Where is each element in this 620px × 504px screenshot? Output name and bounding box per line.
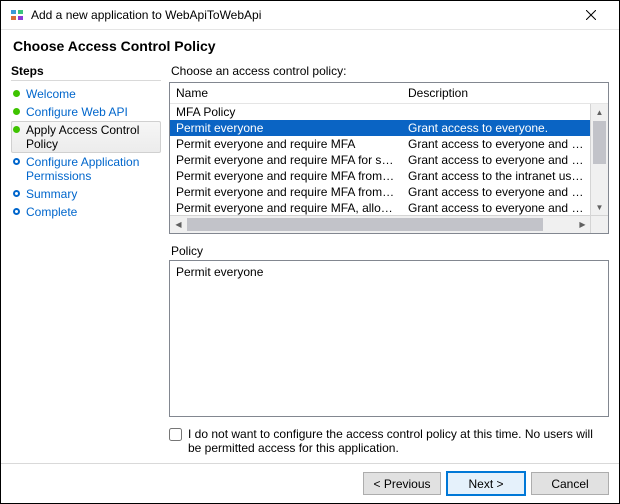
step-bullet-icon — [13, 126, 20, 133]
policy-row-description: Grant access to everyone and require MFA… — [402, 137, 591, 151]
policy-row-name: Permit everyone and require MFA from una… — [170, 185, 402, 199]
opt-out-checkbox[interactable] — [169, 428, 182, 441]
policy-row[interactable]: Permit everyone and require MFAGrant acc… — [170, 136, 591, 152]
step-bullet-icon — [13, 108, 20, 115]
grid-scrollbar-horizontal[interactable]: ◀ ▶ — [170, 215, 591, 233]
app-icon — [9, 7, 25, 23]
column-header-description[interactable]: Description — [402, 83, 608, 103]
column-header-name[interactable]: Name — [170, 83, 402, 103]
step-item[interactable]: Summary — [11, 185, 161, 203]
step-bullet-icon — [13, 190, 20, 197]
policy-row-name: Permit everyone — [170, 121, 402, 135]
policy-row[interactable]: MFA Policy — [170, 104, 591, 120]
opt-out-label[interactable]: I do not want to configure the access co… — [188, 427, 609, 455]
wizard-header: Choose Access Control Policy — [1, 30, 619, 64]
scroll-left-icon[interactable]: ◀ — [170, 216, 187, 233]
step-label: Configure Application Permissions — [26, 155, 161, 183]
step-label: Complete — [26, 205, 161, 219]
wizard-body: Steps Welcome Configure Web API Apply Acce… — [1, 64, 619, 463]
policy-row[interactable]: Permit everyone and require MFA from una… — [170, 184, 591, 200]
close-button[interactable] — [571, 1, 611, 29]
step-label: Apply Access Control Policy — [26, 123, 158, 151]
step-bullet-icon — [13, 158, 20, 165]
policy-row[interactable]: Permit everyoneGrant access to everyone. — [170, 120, 591, 136]
step-bullet-icon — [13, 208, 20, 215]
policy-detail-box: Permit everyone — [169, 260, 609, 417]
main-panel: Choose an access control policy: Name De… — [169, 64, 609, 463]
policy-grid[interactable]: Name Description MFA PolicyPermit everyo… — [169, 82, 609, 234]
cancel-button[interactable]: Cancel — [531, 472, 609, 495]
policy-row-name: MFA Policy — [170, 105, 402, 119]
policy-grid-header: Name Description — [170, 83, 608, 104]
policy-row-description: Grant access to everyone. — [402, 121, 591, 135]
next-button[interactable]: Next > — [447, 472, 525, 495]
policy-grid-body: MFA PolicyPermit everyoneGrant access to… — [170, 104, 608, 233]
step-item[interactable]: Configure Web API — [11, 103, 161, 121]
scroll-thumb-horizontal[interactable] — [187, 218, 543, 231]
step-bullet-icon — [13, 90, 20, 97]
previous-button[interactable]: < Previous — [363, 472, 441, 495]
wizard-footer: < Previous Next > Cancel — [1, 463, 619, 503]
policy-row-name: Permit everyone and require MFA for spec… — [170, 153, 402, 167]
steps-heading: Steps — [11, 64, 161, 81]
policy-row-description: Grant access to the intranet users and r… — [402, 169, 591, 183]
policy-row-description: Grant access to everyone and require MFA… — [402, 153, 591, 167]
step-label: Configure Web API — [26, 105, 161, 119]
close-icon — [586, 10, 596, 20]
steps-list: Welcome Configure Web API Apply Access Con… — [11, 85, 161, 221]
step-item[interactable]: Complete — [11, 203, 161, 221]
opt-out-row: I do not want to configure the access co… — [169, 427, 609, 455]
scroll-thumb-vertical[interactable] — [593, 121, 606, 164]
wizard-window: Add a new application to WebApiToWebApi … — [0, 0, 620, 504]
policy-detail-label: Policy — [171, 244, 609, 258]
page-title: Choose Access Control Policy — [13, 38, 607, 54]
grid-scrollbar-vertical[interactable]: ▲ ▼ — [590, 104, 608, 216]
policy-detail-text: Permit everyone — [176, 265, 263, 279]
policy-row[interactable]: Permit everyone and require MFA from ext… — [170, 168, 591, 184]
policy-row-description: Grant access to everyone and require MFA… — [402, 201, 591, 215]
policy-row-name: Permit everyone and require MFA — [170, 137, 402, 151]
policy-row-name: Permit everyone and require MFA from ext… — [170, 169, 402, 183]
policy-row[interactable]: Permit everyone and require MFA, allow a… — [170, 200, 591, 216]
step-label: Summary — [26, 187, 161, 201]
step-item[interactable]: Configure Application Permissions — [11, 153, 161, 185]
steps-sidebar: Steps Welcome Configure Web API Apply Acce… — [11, 64, 169, 463]
titlebar: Add a new application to WebApiToWebApi — [1, 1, 619, 30]
scroll-up-icon[interactable]: ▲ — [591, 104, 608, 121]
policy-row[interactable]: Permit everyone and require MFA for spec… — [170, 152, 591, 168]
scroll-right-icon[interactable]: ▶ — [574, 216, 591, 233]
policy-row-description: Grant access to everyone and require MFA… — [402, 185, 591, 199]
window-title: Add a new application to WebApiToWebApi — [31, 8, 571, 22]
step-item[interactable]: Welcome — [11, 85, 161, 103]
scrollbar-corner — [590, 215, 608, 233]
step-item[interactable]: Apply Access Control Policy — [11, 121, 161, 153]
step-label: Welcome — [26, 87, 161, 101]
scroll-down-icon[interactable]: ▼ — [591, 199, 608, 216]
choose-policy-label: Choose an access control policy: — [171, 64, 609, 78]
policy-row-name: Permit everyone and require MFA, allow a… — [170, 201, 402, 215]
